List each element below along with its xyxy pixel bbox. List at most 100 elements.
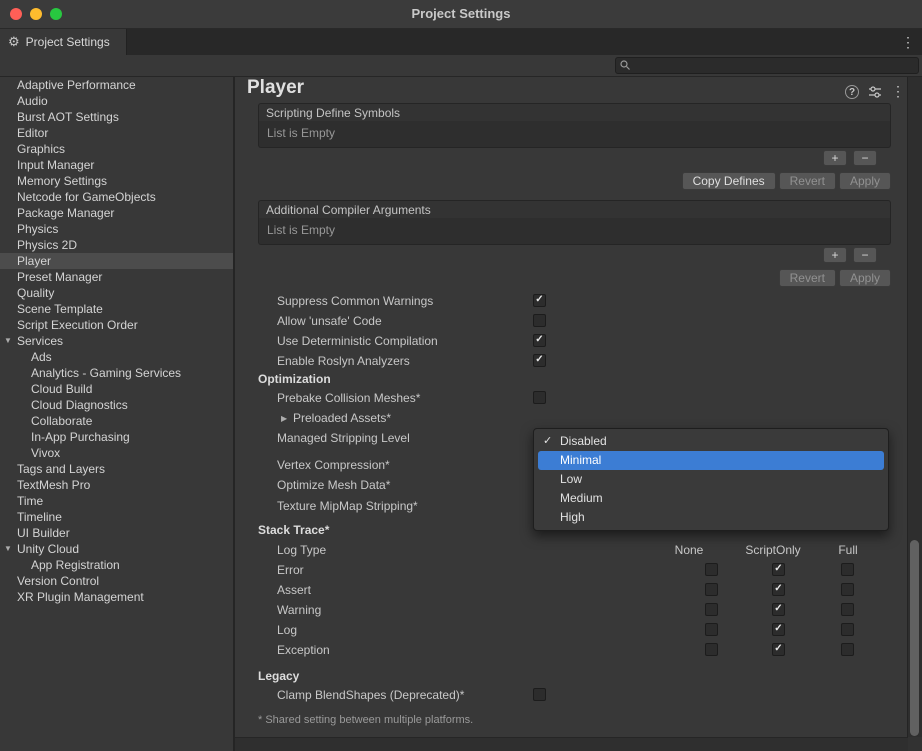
list-header-label: Additional Compiler Arguments bbox=[266, 203, 431, 217]
dropdown-option-low[interactable]: ✓ Low bbox=[538, 470, 884, 489]
remove-button[interactable]: − bbox=[853, 150, 877, 166]
dropdown-option-medium[interactable]: ✓ Medium bbox=[538, 489, 884, 508]
dropdown-option-minimal[interactable]: ✓ Minimal bbox=[538, 451, 884, 470]
prebake-collision-meshes-checkbox[interactable]: ✓ bbox=[533, 391, 546, 404]
revert-button[interactable]: Revert bbox=[779, 269, 836, 287]
clamp-blendshapes-checkbox[interactable]: ✓ bbox=[533, 688, 546, 701]
sidebar-item-player[interactable]: Player bbox=[0, 253, 233, 269]
sidebar-item-cloud-diagnostics[interactable]: Cloud Diagnostics bbox=[0, 397, 233, 413]
revert-button[interactable]: Revert bbox=[779, 172, 836, 190]
tab-project-settings[interactable]: ⚙ Project Settings bbox=[0, 29, 127, 55]
apply-button[interactable]: Apply bbox=[839, 269, 891, 287]
sidebar-item-scene-template[interactable]: Scene Template bbox=[0, 301, 233, 317]
setting-label[interactable]: Preloaded Assets* bbox=[293, 409, 391, 427]
allow-unsafe-code-checkbox[interactable]: ✓ bbox=[533, 314, 546, 327]
stack-trace-row-assert: Assert ✓ ✓ ✓ bbox=[235, 581, 908, 599]
checkbox-exception-full[interactable]: ✓ bbox=[841, 643, 854, 656]
settings-sidebar: Adaptive Performance Audio Burst AOT Set… bbox=[0, 77, 233, 751]
sidebar-item-tags-and-layers[interactable]: Tags and Layers bbox=[0, 461, 233, 477]
dropdown-option-label: High bbox=[560, 510, 585, 524]
setting-row-preloaded-assets: ▶ Preloaded Assets* bbox=[235, 409, 908, 427]
horizontal-scrollbar[interactable] bbox=[235, 737, 908, 751]
sidebar-item-script-execution-order[interactable]: Script Execution Order bbox=[0, 317, 233, 333]
sidebar-item-audio[interactable]: Audio bbox=[0, 93, 233, 109]
presets-icon[interactable] bbox=[868, 85, 882, 99]
dropdown-option-disabled[interactable]: ✓ Disabled bbox=[538, 432, 884, 451]
sidebar-item-quality[interactable]: Quality bbox=[0, 285, 233, 301]
sidebar-item-graphics[interactable]: Graphics bbox=[0, 141, 233, 157]
remove-button[interactable]: − bbox=[853, 247, 877, 263]
sidebar-item-ui-builder[interactable]: UI Builder bbox=[0, 525, 233, 541]
add-button[interactable]: + bbox=[823, 150, 847, 166]
vertical-scrollbar[interactable] bbox=[907, 77, 922, 737]
sidebar-item-package-manager[interactable]: Package Manager bbox=[0, 205, 233, 221]
checkbox-assert-full[interactable]: ✓ bbox=[841, 583, 854, 596]
sidebar-item-physics[interactable]: Physics bbox=[0, 221, 233, 237]
sidebar-item-label: Unity Cloud bbox=[17, 542, 79, 556]
setting-label: Use Deterministic Compilation bbox=[277, 332, 438, 350]
sidebar-item-label: Graphics bbox=[17, 142, 65, 156]
copy-defines-button[interactable]: Copy Defines bbox=[682, 172, 776, 190]
suppress-common-warnings-checkbox[interactable]: ✓ bbox=[533, 294, 546, 307]
search-icon bbox=[619, 59, 631, 71]
enable-roslyn-analyzers-checkbox[interactable]: ✓ bbox=[533, 354, 546, 367]
sidebar-item-cloud-build[interactable]: Cloud Build bbox=[0, 381, 233, 397]
sidebar-item-analytics-gaming-services[interactable]: Analytics - Gaming Services bbox=[0, 365, 233, 381]
sidebar-item-memory-settings[interactable]: Memory Settings bbox=[0, 173, 233, 189]
list-empty-label: List is Empty bbox=[267, 223, 335, 237]
dropdown-option-high[interactable]: ✓ High bbox=[538, 508, 884, 527]
sidebar-item-label: Ads bbox=[31, 350, 52, 364]
checkbox-exception-none[interactable]: ✓ bbox=[705, 643, 718, 656]
checkbox-assert-scriptonly[interactable]: ✓ bbox=[772, 583, 785, 596]
sidebar-item-physics-2d[interactable]: Physics 2D bbox=[0, 237, 233, 253]
checkbox-log-none[interactable]: ✓ bbox=[705, 623, 718, 636]
sidebar-item-time[interactable]: Time bbox=[0, 493, 233, 509]
setting-label: Clamp BlendShapes (Deprecated)* bbox=[277, 686, 464, 704]
sidebar-item-in-app-purchasing[interactable]: In-App Purchasing bbox=[0, 429, 233, 445]
setting-row-suppress-common-warnings: Suppress Common Warnings ✓ bbox=[235, 292, 908, 310]
sidebar-item-editor[interactable]: Editor bbox=[0, 125, 233, 141]
sidebar-item-collaborate[interactable]: Collaborate bbox=[0, 413, 233, 429]
sidebar-item-ads[interactable]: Ads bbox=[0, 349, 233, 365]
sidebar-item-adaptive-performance[interactable]: Adaptive Performance bbox=[0, 77, 233, 93]
checkbox-log-scriptonly[interactable]: ✓ bbox=[772, 623, 785, 636]
checkbox-warning-full[interactable]: ✓ bbox=[841, 603, 854, 616]
checkbox-warning-none[interactable]: ✓ bbox=[705, 603, 718, 616]
sidebar-item-vivox[interactable]: Vivox bbox=[0, 445, 233, 461]
search-field[interactable] bbox=[615, 57, 919, 74]
checkbox-assert-none[interactable]: ✓ bbox=[705, 583, 718, 596]
checkbox-error-none[interactable]: ✓ bbox=[705, 563, 718, 576]
foldout-closed-icon[interactable]: ▶ bbox=[281, 410, 287, 428]
search-input[interactable] bbox=[634, 58, 918, 75]
sidebar-item-label: App Registration bbox=[31, 558, 120, 572]
scripting-define-symbols-list: List is Empty bbox=[258, 121, 891, 148]
apply-button[interactable]: Apply bbox=[839, 172, 891, 190]
sidebar-item-unity-cloud[interactable]: ▼ Unity Cloud bbox=[0, 541, 233, 557]
checkbox-warning-scriptonly[interactable]: ✓ bbox=[772, 603, 785, 616]
checkbox-exception-scriptonly[interactable]: ✓ bbox=[772, 643, 785, 656]
sidebar-item-preset-manager[interactable]: Preset Manager bbox=[0, 269, 233, 285]
checkbox-error-full[interactable]: ✓ bbox=[841, 563, 854, 576]
panel-menu-icon[interactable]: ⋮ bbox=[891, 83, 905, 100]
vertical-scrollbar-thumb[interactable] bbox=[910, 540, 919, 736]
sidebar-item-services[interactable]: ▼Services bbox=[0, 333, 233, 349]
sidebar-item-input-manager[interactable]: Input Manager bbox=[0, 157, 233, 173]
sidebar-item-burst-aot-settings[interactable]: Burst AOT Settings bbox=[0, 109, 233, 125]
foldout-open-icon[interactable]: ▼ bbox=[4, 541, 12, 557]
sidebar-item-label: Physics bbox=[17, 222, 58, 236]
checkbox-error-scriptonly[interactable]: ✓ bbox=[772, 563, 785, 576]
sidebar-item-timeline[interactable]: Timeline bbox=[0, 509, 233, 525]
foldout-open-icon[interactable]: ▼ bbox=[4, 333, 12, 349]
additional-compiler-arguments-header: Additional Compiler Arguments bbox=[258, 200, 891, 219]
use-deterministic-compilation-checkbox[interactable]: ✓ bbox=[533, 334, 546, 347]
sidebar-item-app-registration[interactable]: App Registration bbox=[0, 557, 233, 573]
sidebar-item-version-control[interactable]: Version Control bbox=[0, 573, 233, 589]
sidebar-item-textmesh-pro[interactable]: TextMesh Pro bbox=[0, 477, 233, 493]
sidebar-item-xr-plugin-management[interactable]: XR Plugin Management bbox=[0, 589, 233, 605]
tab-bar-menu-icon[interactable]: ⋮ bbox=[901, 29, 915, 55]
managed-stripping-level-dropdown: ✓ Disabled ✓ Minimal ✓ Low ✓ Medium ✓ Hi… bbox=[533, 428, 889, 531]
help-icon[interactable]: ? bbox=[845, 85, 859, 99]
checkbox-log-full[interactable]: ✓ bbox=[841, 623, 854, 636]
sidebar-item-netcode-for-gameobjects[interactable]: Netcode for GameObjects bbox=[0, 189, 233, 205]
add-button[interactable]: + bbox=[823, 247, 847, 263]
